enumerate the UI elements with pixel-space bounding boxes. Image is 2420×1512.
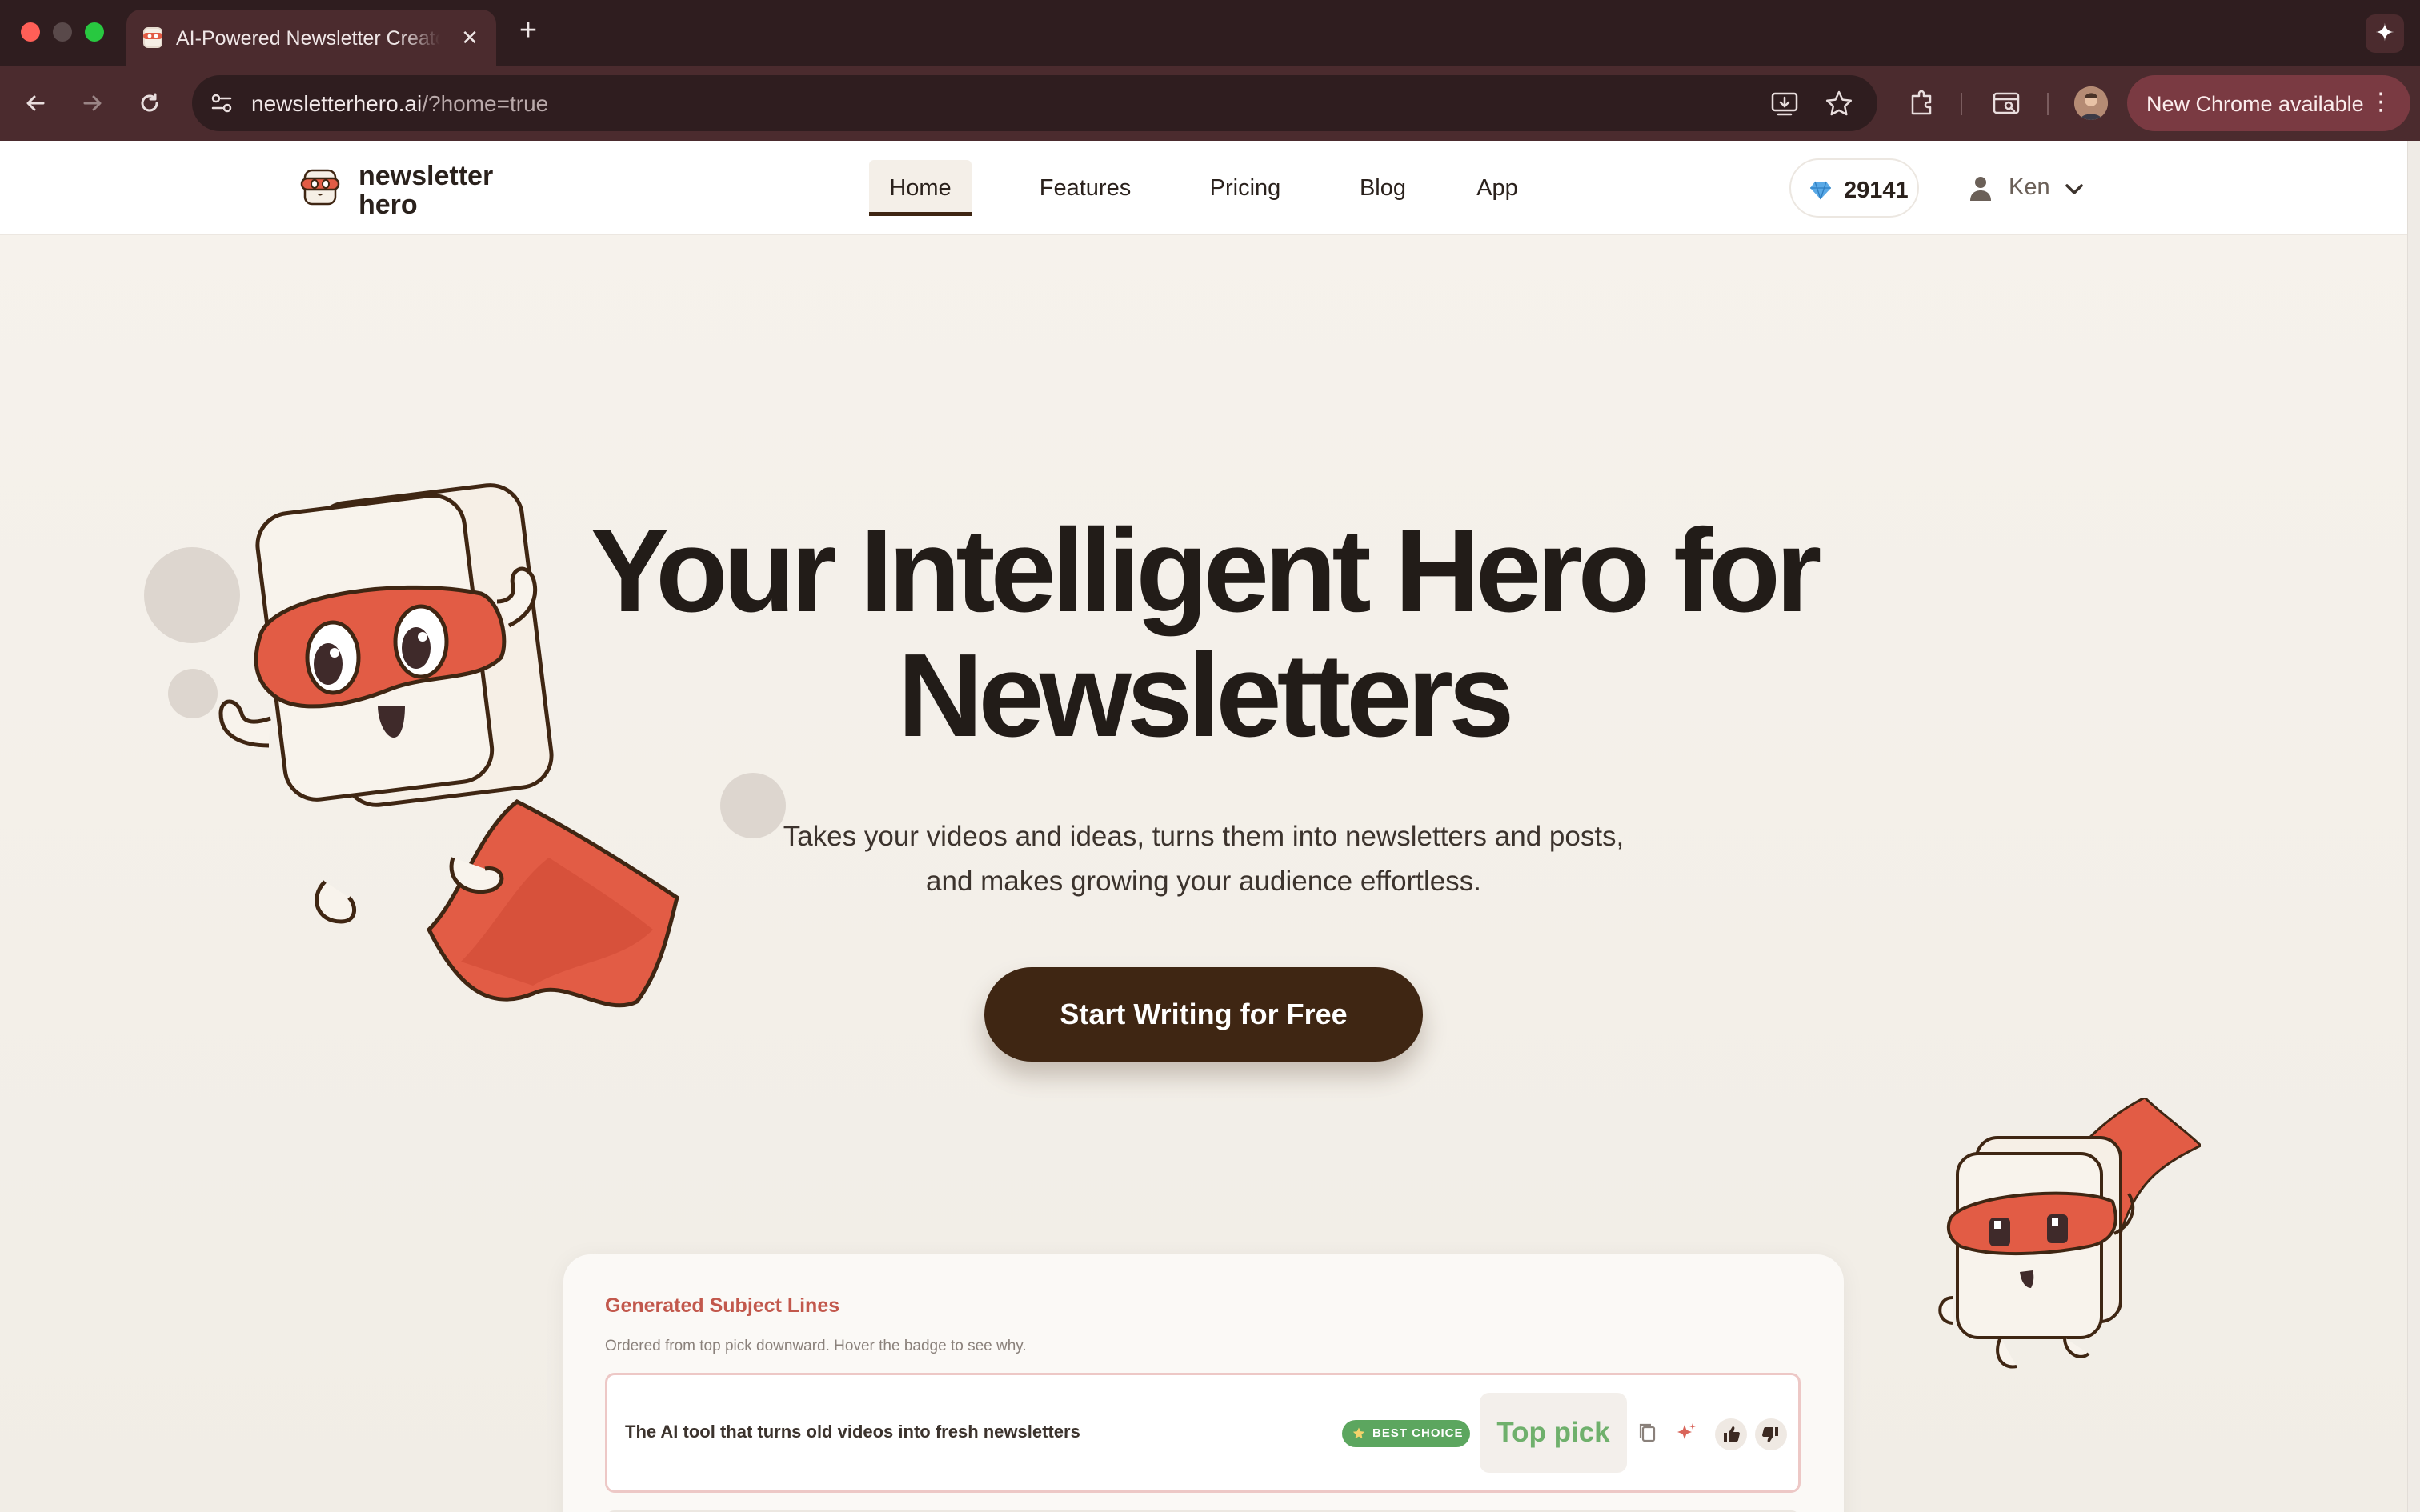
- page-scrollbar[interactable]: [2407, 141, 2420, 1512]
- extensions-puzzle-icon[interactable]: [1903, 85, 1940, 122]
- new-chrome-available-button[interactable]: New Chrome available ⋮: [2127, 75, 2410, 131]
- hero-subtitle-line-2: and makes growing your audience effortle…: [926, 866, 1481, 897]
- toolbar-separator: [1961, 93, 1962, 115]
- tab-title: AI-Powered Newsletter Creator: [176, 27, 440, 50]
- hero-mascot-logo-icon: [300, 169, 340, 206]
- start-writing-button[interactable]: Start Writing for Free: [984, 967, 1423, 1062]
- nav-app[interactable]: App: [1461, 160, 1533, 216]
- address-bar[interactable]: newsletterhero.ai/?home=true: [192, 75, 1877, 131]
- thumbs-up-icon: [1724, 1426, 1740, 1442]
- chevron-down-icon: [2065, 184, 2083, 194]
- gemini-icon[interactable]: ✦: [2366, 14, 2404, 53]
- gem-count: 29141: [1844, 178, 1909, 203]
- browser-tab-strip: AI-Powered Newsletter Creator ✕ + ✦: [0, 0, 2420, 66]
- hero-subtitle-line-1: Takes your videos and ideas, turns them …: [783, 821, 1625, 852]
- reload-button[interactable]: [131, 85, 168, 122]
- nav-blog[interactable]: Blog: [1343, 160, 1423, 216]
- page-content: newsletter hero Home Features Pricing Bl…: [0, 141, 2407, 1512]
- card-title: Generated Subject Lines: [605, 1294, 840, 1317]
- arrow-left-icon: [26, 95, 45, 111]
- bookmark-star-icon[interactable]: [1823, 88, 1855, 120]
- arrow-right-icon: [83, 95, 102, 111]
- nav-features[interactable]: Features: [1021, 160, 1149, 216]
- best-choice-badge[interactable]: BEST CHOICE: [1342, 1420, 1470, 1447]
- install-app-icon[interactable]: [1769, 88, 1801, 120]
- forward-button[interactable]: [74, 85, 110, 122]
- update-label: New Chrome available: [2146, 92, 2364, 116]
- logo-line-2: hero: [359, 190, 418, 220]
- star-icon: [1352, 1427, 1365, 1439]
- side-panel-search-icon[interactable]: [1988, 85, 2025, 122]
- copy-icon[interactable]: [1635, 1420, 1661, 1446]
- flying-mascot-illustration: [1938, 1098, 2201, 1369]
- reload-icon: [141, 93, 158, 112]
- thumbs-down-icon: [1762, 1427, 1778, 1442]
- subject-lines-card: Generated Subject Lines Ordered from top…: [563, 1254, 1844, 1512]
- profile-avatar[interactable]: [2074, 86, 2108, 120]
- top-pick-label: Top pick: [1480, 1393, 1627, 1473]
- minimize-window-button[interactable]: [53, 22, 72, 42]
- browser-tab-active[interactable]: AI-Powered Newsletter Creator ✕: [126, 10, 496, 66]
- hero-title: Your Intelligent Hero for Newsletters: [496, 509, 1911, 758]
- logo-line-1: newsletter: [359, 161, 494, 191]
- user-name: Ken: [2009, 174, 2050, 200]
- gems-balance[interactable]: 29141: [1789, 158, 1919, 218]
- hero-title-line-2: Newsletters: [897, 630, 1515, 762]
- url-host: newsletterhero.ai: [251, 91, 423, 116]
- gem-icon: [1810, 181, 1831, 200]
- user-icon: [1970, 177, 1991, 201]
- back-button[interactable]: [18, 85, 54, 122]
- more-menu-icon[interactable]: ⋮: [2369, 86, 2393, 118]
- subject-line-text: The AI tool that turns old videos into f…: [625, 1422, 1080, 1442]
- best-choice-label: BEST CHOICE: [1372, 1426, 1464, 1440]
- nav-pricing[interactable]: Pricing: [1189, 160, 1301, 216]
- nav-home[interactable]: Home: [869, 160, 972, 216]
- close-tab-icon[interactable]: ✕: [456, 24, 483, 51]
- newsletter-hero-favicon-icon: [143, 27, 162, 48]
- card-subtitle: Ordered from top pick downward. Hover th…: [605, 1338, 1027, 1354]
- hero-subtitle: Takes your videos and ideas, turns them …: [640, 814, 1767, 904]
- logo-wordmark: newsletter hero: [359, 162, 493, 219]
- maximize-window-button[interactable]: [85, 22, 104, 42]
- url-text[interactable]: newsletterhero.ai/?home=true: [251, 91, 548, 117]
- close-window-button[interactable]: [21, 22, 40, 42]
- hero-title-line-1: Your Intelligent Hero for: [590, 505, 1822, 637]
- profile-photo-icon: [2074, 86, 2108, 120]
- new-tab-button[interactable]: +: [512, 14, 544, 46]
- subject-line-row[interactable]: The AI tool that turns old videos into f…: [605, 1373, 1801, 1493]
- thumbs-down-button[interactable]: [1755, 1418, 1787, 1450]
- thumbs-up-button[interactable]: [1715, 1418, 1747, 1450]
- sparkle-regenerate-icon[interactable]: [1673, 1420, 1699, 1446]
- user-menu[interactable]: Ken: [1969, 158, 2089, 218]
- site-logo[interactable]: newsletter hero: [298, 158, 538, 219]
- site-info-icon[interactable]: [205, 86, 238, 120]
- url-path: /?home=true: [422, 91, 549, 116]
- toolbar-separator: [2047, 93, 2049, 115]
- browser-toolbar: newsletterhero.ai/?home=true New Chrome …: [0, 66, 2420, 141]
- site-header: newsletter hero Home Features Pricing Bl…: [0, 141, 2407, 235]
